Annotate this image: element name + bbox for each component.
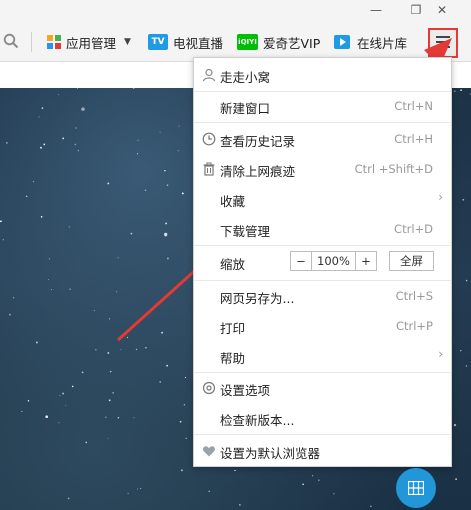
close-button[interactable]: ✕ bbox=[430, 1, 454, 19]
gear-icon bbox=[202, 381, 216, 395]
main-menu-dropdown: 走走小窝 新建窗口 Ctrl+N 查看历史记录 Ctrl+H 清除上网痕迹 Ct… bbox=[193, 57, 452, 467]
menu-item-check-update[interactable]: 检查新版本... bbox=[194, 406, 451, 430]
search-icon[interactable] bbox=[3, 33, 19, 52]
menu-item-label: 打印 bbox=[220, 321, 246, 336]
minimize-button[interactable]: — bbox=[364, 1, 388, 19]
menu-item-zoom: 缩放 − 100% + 全屏 bbox=[194, 250, 451, 274]
chevron-right-icon: › bbox=[438, 190, 443, 204]
menu-item-label: 清除上网痕迹 bbox=[220, 164, 296, 179]
app-manage-button[interactable]: 应用管理 ▼ bbox=[46, 32, 131, 52]
app-manage-label: 应用管理 bbox=[66, 35, 117, 51]
menu-item-label: 检查新版本... bbox=[220, 413, 295, 428]
floating-apps-button[interactable] bbox=[396, 468, 436, 508]
menu-item-downloads[interactable]: 下载管理 Ctrl+D bbox=[194, 217, 451, 241]
tv-icon: TV bbox=[148, 34, 168, 50]
menu-item-shortcut: Ctrl+P bbox=[395, 319, 433, 333]
tv-live-button[interactable]: TV 电视直播 bbox=[148, 32, 223, 52]
restore-button[interactable]: ❐ bbox=[404, 1, 428, 19]
menu-item-label: 下载管理 bbox=[220, 224, 271, 239]
menu-item-label: 走走小窝 bbox=[220, 70, 271, 85]
video-library-button[interactable]: 在线片库 bbox=[333, 32, 407, 52]
iqiyi-button[interactable]: iQIYI 爱奇艺VIP bbox=[237, 32, 320, 52]
zoom-level-value: 100% bbox=[311, 251, 356, 271]
video-library-label: 在线片库 bbox=[357, 35, 408, 51]
menu-item-home-nest[interactable]: 走走小窝 bbox=[194, 63, 451, 87]
clock-icon bbox=[202, 132, 216, 146]
main-menu-button[interactable] bbox=[428, 28, 458, 58]
menu-item-label: 网页另存为... bbox=[220, 291, 295, 306]
zoom-label: 缩放 bbox=[220, 257, 246, 272]
menu-item-set-default-browser[interactable]: 设置为默认浏览器 bbox=[194, 439, 451, 463]
toolbar-divider bbox=[31, 32, 32, 52]
menu-item-shortcut: Ctrl+D bbox=[394, 222, 433, 236]
menu-item-favorites[interactable]: 收藏 › bbox=[194, 187, 451, 211]
zoom-out-button[interactable]: − bbox=[290, 251, 312, 271]
menu-item-history[interactable]: 查看历史记录 Ctrl+H bbox=[194, 127, 451, 151]
heart-icon bbox=[202, 444, 216, 458]
menu-item-shortcut: Ctrl+S bbox=[395, 289, 433, 303]
menu-item-clear-traces[interactable]: 清除上网痕迹 Ctrl +Shift+D bbox=[194, 157, 451, 181]
menu-item-label: 设置选项 bbox=[220, 383, 271, 398]
menu-item-help[interactable]: 帮助 › bbox=[194, 344, 451, 368]
menu-item-label: 新建窗口 bbox=[220, 101, 271, 116]
menu-item-print[interactable]: 打印 Ctrl+P bbox=[194, 314, 451, 338]
menu-item-shortcut: Ctrl +Shift+D bbox=[354, 162, 433, 176]
grid-icon bbox=[407, 480, 425, 498]
tv-live-label: 电视直播 bbox=[173, 35, 224, 51]
chevron-down-icon: ▼ bbox=[124, 37, 131, 47]
menu-item-label: 帮助 bbox=[220, 351, 246, 366]
chevron-right-icon: › bbox=[438, 347, 443, 361]
menu-item-settings[interactable]: 设置选项 bbox=[194, 376, 451, 400]
fullscreen-button[interactable]: 全屏 bbox=[389, 251, 434, 271]
trash-icon bbox=[202, 162, 216, 176]
menu-item-label: 查看历史记录 bbox=[220, 134, 296, 149]
user-icon bbox=[202, 68, 216, 82]
iqiyi-label: 爱奇艺VIP bbox=[263, 35, 321, 51]
iqiyi-icon: iQIYI bbox=[237, 34, 258, 50]
menu-item-label: 收藏 bbox=[220, 194, 246, 209]
menu-item-save-page-as[interactable]: 网页另存为... Ctrl+S bbox=[194, 284, 451, 308]
menu-item-shortcut: Ctrl+N bbox=[394, 99, 433, 113]
menu-item-label: 设置为默认浏览器 bbox=[220, 446, 321, 461]
title-bar: — ❐ ✕ bbox=[0, 0, 471, 20]
menu-item-new-window[interactable]: 新建窗口 Ctrl+N bbox=[194, 94, 451, 118]
puzzle-icon bbox=[46, 34, 62, 50]
menu-item-shortcut: Ctrl+H bbox=[394, 132, 433, 146]
film-icon bbox=[333, 34, 351, 50]
toolbar: 应用管理 ▼ TV 电视直播 iQIYI 爱奇艺VIP 在线片库 bbox=[0, 20, 471, 62]
zoom-in-button[interactable]: + bbox=[355, 251, 377, 271]
